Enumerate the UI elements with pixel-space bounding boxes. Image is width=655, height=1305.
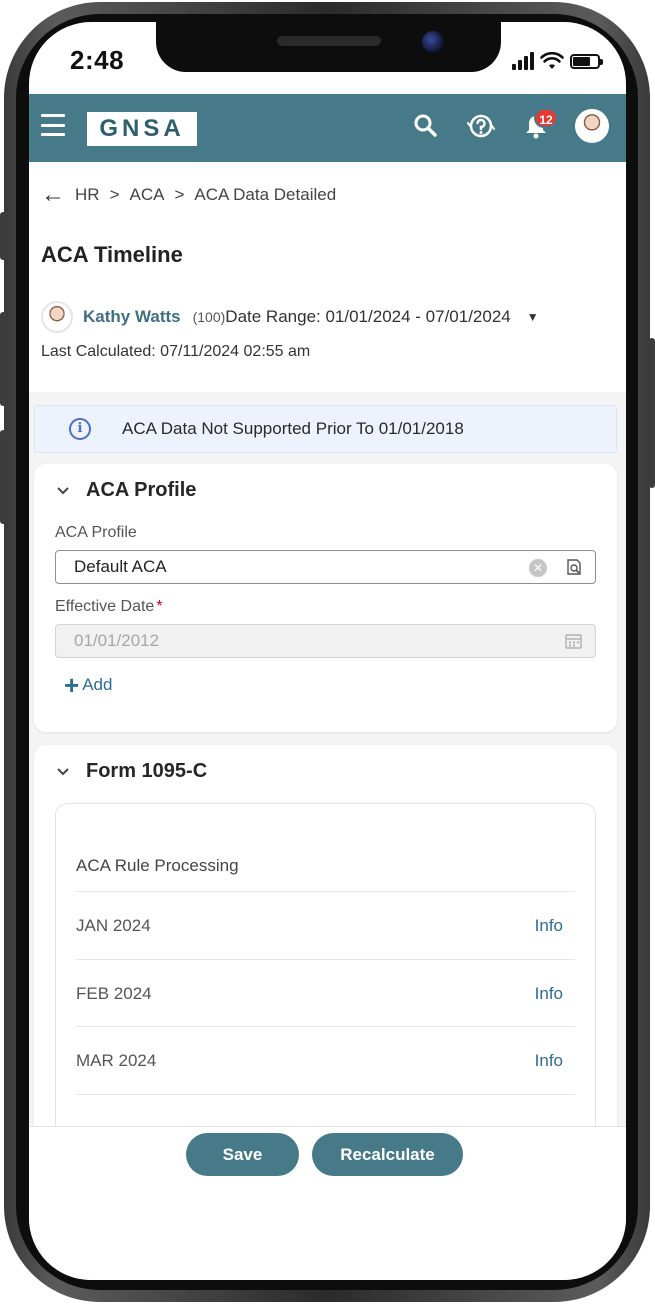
signal-icon	[512, 52, 534, 70]
employee-id: (100)	[192, 309, 226, 325]
table-row: FEB 2024 Info	[76, 959, 575, 1027]
info-link[interactable]: Info	[535, 984, 563, 1004]
month-label: MAR 2024	[76, 1051, 157, 1070]
form-1095c-title: Form 1095-C	[86, 760, 208, 782]
screen: 2:48 GNSA 12 ← HR > ACA > ACA Data Detai…	[29, 22, 626, 1280]
aca-profile-title: ACA Profile	[86, 479, 197, 501]
breadcrumb-item-current: ACA Data Detailed	[194, 185, 337, 204]
plus-icon: +	[64, 670, 80, 700]
aca-profile-card: ACA Profile ACA Profile Default ACA ✕ Ef…	[34, 464, 617, 732]
employee-name[interactable]: Kathy Watts	[83, 307, 181, 327]
info-link[interactable]: Info	[535, 916, 563, 936]
form-1095c-card: Form 1095-C ACA Rule Processing JAN 2024…	[34, 745, 617, 1183]
speaker	[277, 36, 381, 46]
side-button-mute	[0, 212, 6, 260]
page-title: ACA Timeline	[41, 242, 183, 267]
notch	[156, 22, 501, 72]
month-label: JAN 2024	[76, 916, 151, 935]
effective-date-value: 01/01/2012	[74, 631, 160, 650]
save-button[interactable]: Save	[186, 1133, 299, 1176]
breadcrumb-item-hr[interactable]: HR	[75, 185, 100, 205]
effective-date-field: 01/01/2012	[55, 624, 596, 658]
add-button[interactable]: + Add	[64, 672, 112, 698]
recalculate-button[interactable]: Recalculate	[312, 1133, 463, 1176]
required-marker: *	[156, 598, 163, 615]
chevron-down-icon	[56, 764, 74, 780]
employee-avatar	[41, 301, 73, 333]
form-1095c-header[interactable]: Form 1095-C	[56, 760, 207, 783]
breadcrumb: ← HR > ACA > ACA Data Detailed	[41, 183, 336, 207]
lookup-icon[interactable]	[565, 558, 583, 576]
table-row: JAN 2024 Info	[76, 891, 575, 959]
add-label: Add	[82, 675, 113, 694]
breadcrumb-separator: >	[109, 185, 120, 204]
status-time: 2:48	[70, 45, 125, 75]
last-calculated: Last Calculated: 07/11/2024 02:55 am	[41, 343, 311, 360]
notification-badge: 12	[534, 108, 558, 128]
info-banner-text: ACA Data Not Supported Prior To 01/01/20…	[122, 419, 464, 438]
back-arrow-icon[interactable]: ←	[41, 183, 65, 207]
side-button-volume-up	[0, 312, 6, 406]
month-label: FEB 2024	[76, 984, 152, 1003]
chevron-down-icon	[56, 483, 74, 499]
help-icon[interactable]	[467, 112, 495, 140]
effective-date-label-text: Effective Date	[55, 598, 155, 615]
clear-icon[interactable]: ✕	[529, 559, 547, 577]
effective-date-label: Effective Date *	[55, 598, 163, 616]
app-header: GNSA 12	[29, 94, 626, 162]
side-button-volume-down	[0, 430, 6, 524]
battery-icon	[570, 53, 603, 69]
chevron-down-icon[interactable]: ▼	[527, 310, 539, 324]
aca-profile-value: Default ACA	[74, 557, 167, 576]
user-avatar[interactable]	[575, 109, 609, 143]
info-icon: i	[69, 418, 91, 440]
search-icon[interactable]	[412, 112, 440, 140]
employee-row: Kathy Watts (100) Date Range: 01/01/2024…	[41, 301, 539, 333]
front-camera	[422, 31, 444, 53]
app-logo[interactable]: GNSA	[87, 112, 197, 146]
aca-profile-label: ACA Profile	[55, 524, 137, 541]
table-row: MAR 2024 Info	[76, 1026, 575, 1094]
menu-icon[interactable]	[41, 114, 65, 136]
wifi-icon	[540, 52, 564, 69]
breadcrumb-separator: >	[174, 185, 185, 204]
side-button-power	[649, 338, 655, 488]
aca-profile-header[interactable]: ACA Profile	[56, 479, 196, 502]
breadcrumb-item-aca[interactable]: ACA	[130, 185, 165, 205]
aca-rule-processing-title: ACA Rule Processing	[76, 856, 239, 875]
info-banner: i ACA Data Not Supported Prior To 01/01/…	[34, 405, 617, 453]
aca-profile-field[interactable]: Default ACA ✕	[55, 550, 596, 584]
info-link[interactable]: Info	[535, 1051, 563, 1071]
date-range-selector[interactable]: Date Range: 01/01/2024 - 07/01/2024	[225, 307, 510, 327]
calendar-icon	[565, 634, 582, 649]
status-icons	[512, 52, 603, 70]
